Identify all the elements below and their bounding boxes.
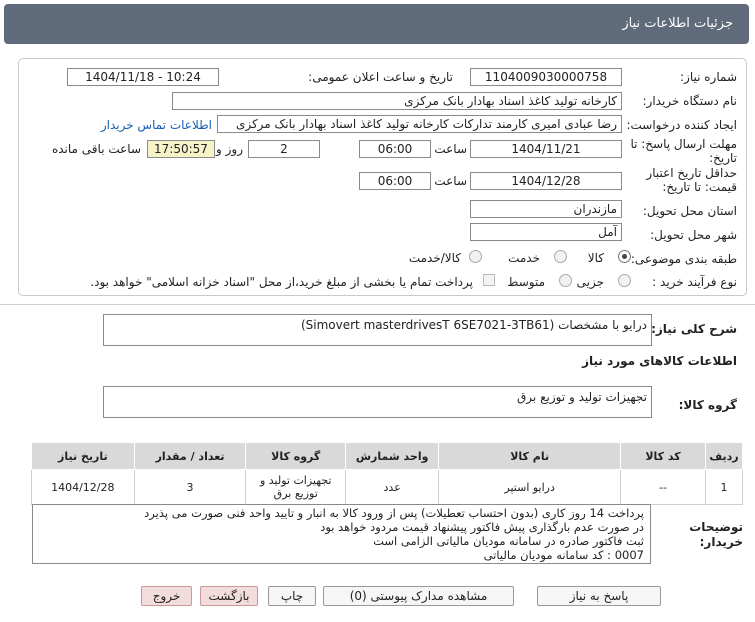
days-remaining-field: 2 bbox=[248, 140, 320, 158]
back-button[interactable]: بازگشت bbox=[200, 586, 258, 606]
contact-info-link[interactable]: اطلاعات تماس خریدار bbox=[101, 118, 212, 132]
creator-field: رضا عبادی امیری کارمند تدارکات کارخانه ت… bbox=[217, 115, 622, 133]
announce-label: تاریخ و ساعت اعلان عمومی: bbox=[308, 70, 453, 84]
col-date: تاریخ نیاز bbox=[31, 442, 135, 470]
process-label: نوع فرآیند خرید : bbox=[652, 275, 737, 289]
page-title: جزئیات اطلاعات نیاز bbox=[622, 16, 733, 31]
category-label: طبقه بندی موضوعی: bbox=[630, 252, 737, 266]
remaining-time-field: 17:50:57 bbox=[147, 140, 215, 158]
col-group: گروه کالا bbox=[245, 442, 346, 470]
table-header-row: ردیف کد کالا نام کالا واحد شمارش گروه کا… bbox=[31, 442, 743, 470]
process-option-minor: جزیی bbox=[576, 275, 604, 289]
category-option-service: خدمت bbox=[508, 251, 540, 265]
city-label: شهر محل تحویل: bbox=[650, 228, 737, 242]
province-label: استان محل تحویل: bbox=[642, 204, 737, 218]
col-row: ردیف bbox=[705, 442, 743, 470]
cell-row: 1 bbox=[705, 469, 743, 505]
treasury-payment-note: پرداخت تمام یا بخشی از مبلغ خرید،از محل … bbox=[90, 275, 473, 289]
buyer-org-label: نام دستگاه خریدار: bbox=[642, 94, 738, 108]
province-field: مازندران bbox=[470, 200, 622, 218]
category-radio-both[interactable] bbox=[469, 250, 482, 263]
exit-button[interactable]: خروج bbox=[141, 586, 192, 606]
cell-group: تجهیزات تولید و توزیع برق bbox=[245, 469, 346, 505]
treasury-payment-checkbox[interactable] bbox=[483, 274, 495, 286]
days-label: روز و bbox=[216, 142, 243, 156]
buyer-notes-label: توضیحات خریدار: bbox=[689, 520, 743, 549]
creator-label: ایجاد کننده درخواست: bbox=[626, 118, 737, 132]
need-number-field: 1104009030000758 bbox=[470, 68, 622, 86]
col-unit: واحد شمارش bbox=[344, 442, 440, 470]
title-bar: جزئیات اطلاعات نیاز bbox=[4, 4, 749, 44]
validity-label: حداقل تاریخ اعتبار قیمت: تا تاریخ: bbox=[646, 166, 737, 194]
notes-line: در صورت عدم بارگذاری پیش فاکتور پیشنهاد … bbox=[320, 520, 644, 534]
deadline-time-field: 06:00 bbox=[359, 140, 431, 158]
notes-line: 0007 : کد سامانه مودیان مالیاتی bbox=[483, 548, 644, 562]
buyer-notes-box: پرداخت 14 روز کاری (بدون احتساب تعطیلات)… bbox=[32, 504, 651, 564]
deadline-label: مهلت ارسال پاسخ: تا تاریخ: bbox=[630, 137, 737, 165]
category-option-both: کالا/خدمت bbox=[408, 251, 461, 265]
category-radio-service[interactable] bbox=[554, 250, 567, 263]
remaining-label: ساعت باقی مانده bbox=[51, 142, 141, 156]
cell-date: 1404/12/28 bbox=[31, 469, 135, 505]
deadline-time-label: ساعت bbox=[434, 142, 467, 156]
general-desc-field: درایو با مشخصات (Simovert masterdrivesT … bbox=[103, 314, 652, 346]
cell-code: -- bbox=[619, 469, 707, 505]
announce-field: 1404/11/18 - 10:24 bbox=[67, 68, 219, 86]
category-option-goods: کالا bbox=[587, 251, 604, 265]
notes-line: ثبت فاکتور صادره در سامانه مودیان مالیات… bbox=[373, 534, 644, 548]
attachments-button[interactable]: مشاهده مدارک پیوستی (0) bbox=[323, 586, 514, 606]
col-name: نام کالا bbox=[438, 442, 621, 470]
col-quantity: تعداد / مقدار bbox=[133, 442, 247, 470]
need-number-label: شماره نیاز: bbox=[680, 70, 737, 84]
process-radio-minor[interactable] bbox=[618, 274, 631, 287]
buyer-org-field: کارخانه تولید کاغذ اسناد بهادار بانک مرک… bbox=[172, 92, 622, 110]
category-radio-goods[interactable] bbox=[618, 250, 631, 263]
reply-button[interactable]: پاسخ به نیاز bbox=[537, 586, 661, 606]
notes-line: پرداخت 14 روز کاری (بدون احتساب تعطیلات)… bbox=[144, 506, 644, 520]
section-divider bbox=[0, 304, 755, 305]
cell-name: درایو استپر bbox=[438, 469, 621, 505]
deadline-date-field: 1404/11/21 bbox=[470, 140, 622, 158]
col-code: کد کالا bbox=[619, 442, 707, 470]
validity-time-field: 06:00 bbox=[359, 172, 431, 190]
general-desc-label: شرح کلی نیاز: bbox=[651, 322, 737, 336]
process-option-medium: متوسط bbox=[507, 275, 545, 289]
cell-unit: عدد bbox=[344, 469, 440, 505]
validity-date-field: 1404/12/28 bbox=[470, 172, 622, 190]
table-row: 1 -- درایو استپر عدد تجهیزات تولید و توز… bbox=[31, 469, 743, 505]
goods-group-label: گروه کالا: bbox=[678, 398, 737, 412]
goods-group-field: تجهیزات تولید و توزیع برق bbox=[103, 386, 652, 418]
cell-quantity: 3 bbox=[133, 469, 247, 505]
goods-info-title: اطلاعات کالاهای مورد نیاز bbox=[582, 354, 737, 368]
print-button[interactable]: چاپ bbox=[268, 586, 316, 606]
city-field: آمل bbox=[470, 223, 622, 241]
items-table: ردیف کد کالا نام کالا واحد شمارش گروه کا… bbox=[31, 442, 743, 505]
process-radio-medium[interactable] bbox=[559, 274, 572, 287]
validity-time-label: ساعت bbox=[434, 174, 467, 188]
